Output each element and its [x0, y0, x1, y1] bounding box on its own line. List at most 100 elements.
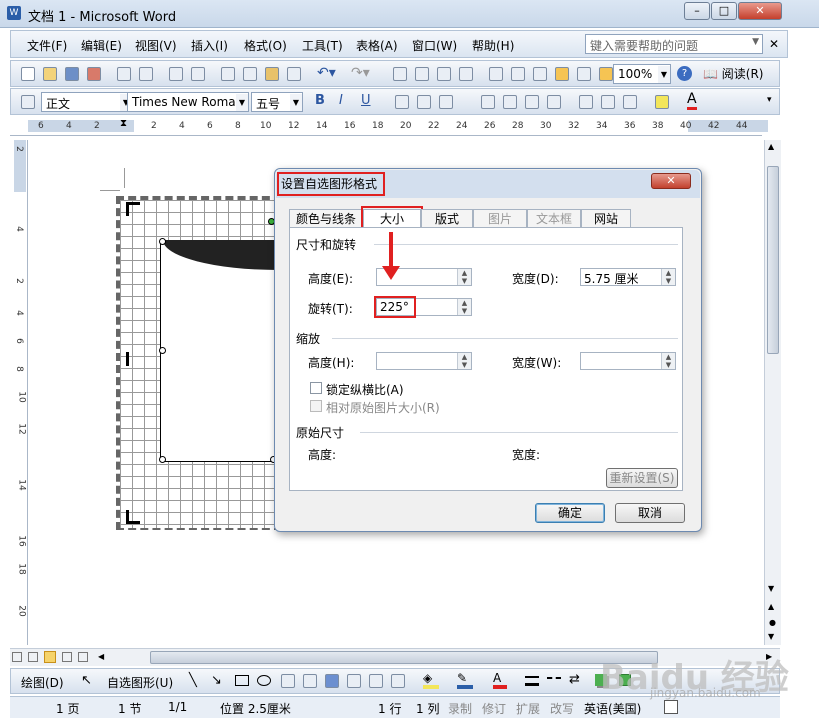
open-folder-icon[interactable]: [43, 67, 57, 81]
bold-icon[interactable]: B: [315, 93, 325, 108]
research-icon[interactable]: [191, 67, 205, 81]
size-select[interactable]: 五号 ▼: [251, 92, 303, 112]
close-document-icon[interactable]: ✕: [769, 37, 779, 51]
insert-excel-icon[interactable]: [459, 67, 473, 81]
spinner-icon[interactable]: ▲ ▼: [661, 269, 675, 285]
width-input[interactable]: 5.75 厘米 ▲ ▼: [580, 268, 676, 286]
chevron-down-icon[interactable]: ▼: [290, 94, 302, 111]
bullets-icon[interactable]: [601, 95, 615, 109]
scroll-up-icon[interactable]: ▲: [768, 142, 774, 151]
menu-view[interactable]: 视图(V): [135, 37, 177, 54]
font-color-draw-icon[interactable]: A: [493, 671, 507, 689]
tab-layout[interactable]: 版式: [421, 209, 473, 229]
vertical-scrollbar[interactable]: ▲ ▼ ▲ ● ▼: [764, 140, 781, 645]
help-search-input[interactable]: 键入需要帮助的问题 ▼: [585, 34, 763, 54]
scroll-down-icon[interactable]: ▼: [768, 584, 774, 593]
dialog-close-button[interactable]: ✕: [651, 173, 691, 189]
permission-icon[interactable]: [87, 67, 101, 81]
clipart-icon[interactable]: [369, 674, 383, 688]
minimize-button[interactable]: –: [684, 2, 710, 20]
align-center-icon[interactable]: [503, 95, 517, 109]
scroll-thumb[interactable]: [767, 166, 779, 354]
read-mode-button[interactable]: 📖 阅读(R): [703, 65, 763, 82]
relative-original-checkbox[interactable]: [310, 400, 322, 412]
vertical-text-box-icon[interactable]: [303, 674, 317, 688]
document-map-icon[interactable]: [533, 67, 547, 81]
columns-icon[interactable]: [489, 67, 503, 81]
paste-icon[interactable]: [265, 67, 279, 81]
resize-handle[interactable]: [159, 347, 166, 354]
next-page-icon[interactable]: ▼: [768, 632, 774, 641]
numbering-icon[interactable]: [579, 95, 593, 109]
menu-tools[interactable]: 工具(T): [302, 37, 343, 54]
justify-icon[interactable]: [547, 95, 561, 109]
cut-icon[interactable]: [221, 67, 235, 81]
fill-color-icon[interactable]: ◈: [423, 671, 439, 689]
select-browse-icon[interactable]: ●: [769, 618, 776, 627]
tab-textbox[interactable]: 文本框: [527, 209, 581, 229]
picture-icon[interactable]: [391, 674, 405, 688]
line-icon[interactable]: ╲: [189, 673, 197, 688]
line-color-icon[interactable]: ✎: [457, 671, 473, 689]
undo-icon[interactable]: ↶▾: [317, 65, 336, 81]
select-pointer-icon[interactable]: ↖: [81, 673, 92, 688]
text-effects-icon[interactable]: [439, 95, 453, 109]
prev-page-icon[interactable]: ▲: [768, 602, 774, 611]
chevron-down-icon[interactable]: ▼: [236, 94, 248, 111]
tab-colors-lines[interactable]: 颜色与线条: [289, 209, 363, 229]
print-view-icon[interactable]: [44, 651, 56, 663]
highlight-icon[interactable]: [655, 95, 669, 109]
char-border-icon[interactable]: [395, 95, 409, 109]
char-shading-icon[interactable]: [417, 95, 431, 109]
spelling-icon[interactable]: [169, 67, 183, 81]
cancel-button[interactable]: 取消: [615, 503, 685, 523]
text-box-icon[interactable]: [281, 674, 295, 688]
menu-format[interactable]: 格式(O): [244, 37, 287, 54]
menu-edit[interactable]: 编辑(E): [81, 37, 122, 54]
print-preview-icon[interactable]: [139, 67, 153, 81]
reading-view-icon[interactable]: [78, 652, 88, 662]
font-color-icon[interactable]: A: [687, 91, 697, 110]
zoom-select[interactable]: 100% ▼: [613, 64, 671, 84]
italic-icon[interactable]: I: [339, 93, 343, 108]
copy-icon[interactable]: [243, 67, 257, 81]
spinner-icon[interactable]: ▲ ▼: [457, 353, 471, 369]
style-select[interactable]: 正文 ▼: [41, 92, 133, 112]
status-mode-track[interactable]: 修订: [482, 700, 506, 717]
autoshapes-menu-button[interactable]: 自选图形(U): [107, 674, 173, 691]
menu-table[interactable]: 表格(A): [356, 37, 398, 54]
resize-handle[interactable]: [159, 238, 166, 245]
oval-icon[interactable]: [257, 675, 271, 686]
tab-web[interactable]: 网站: [581, 209, 631, 229]
web-view-icon[interactable]: [28, 652, 38, 662]
indent-icon[interactable]: [623, 95, 637, 109]
menu-help[interactable]: 帮助(H): [472, 37, 514, 54]
ok-button[interactable]: 确定: [535, 503, 605, 523]
spelling-status-icon[interactable]: [664, 700, 678, 714]
draw-menu-button[interactable]: 绘图(D): [21, 674, 64, 691]
chevron-down-icon[interactable]: ▼: [752, 37, 759, 47]
rectangle-icon[interactable]: [235, 675, 249, 686]
wordart-icon[interactable]: [325, 674, 339, 688]
chevron-down-icon[interactable]: ▼: [658, 66, 670, 83]
help-icon[interactable]: ?: [677, 66, 692, 81]
insert-table-icon[interactable]: [437, 67, 451, 81]
lock-aspect-checkbox[interactable]: [310, 382, 322, 394]
tables-borders-icon[interactable]: [415, 67, 429, 81]
new-document-icon[interactable]: [21, 67, 35, 81]
print-icon[interactable]: [117, 67, 131, 81]
toolbar-options-icon[interactable]: ▾: [767, 95, 772, 105]
drawing-icon[interactable]: [511, 67, 525, 81]
menu-window[interactable]: 窗口(W): [412, 37, 457, 54]
scroll-left-icon[interactable]: ◀: [98, 652, 104, 661]
diagram-icon[interactable]: [347, 674, 361, 688]
format-painter-icon[interactable]: [287, 67, 301, 81]
maximize-button[interactable]: □: [711, 2, 737, 20]
normal-view-icon[interactable]: [12, 652, 22, 662]
styles-icon[interactable]: [21, 95, 35, 109]
status-mode-record[interactable]: 录制: [448, 700, 472, 717]
status-mode-overtype[interactable]: 改写: [550, 700, 574, 717]
spinner-icon[interactable]: ▲ ▼: [661, 353, 675, 369]
dash-style-icon[interactable]: [547, 677, 561, 685]
tab-picture[interactable]: 图片: [473, 209, 527, 229]
